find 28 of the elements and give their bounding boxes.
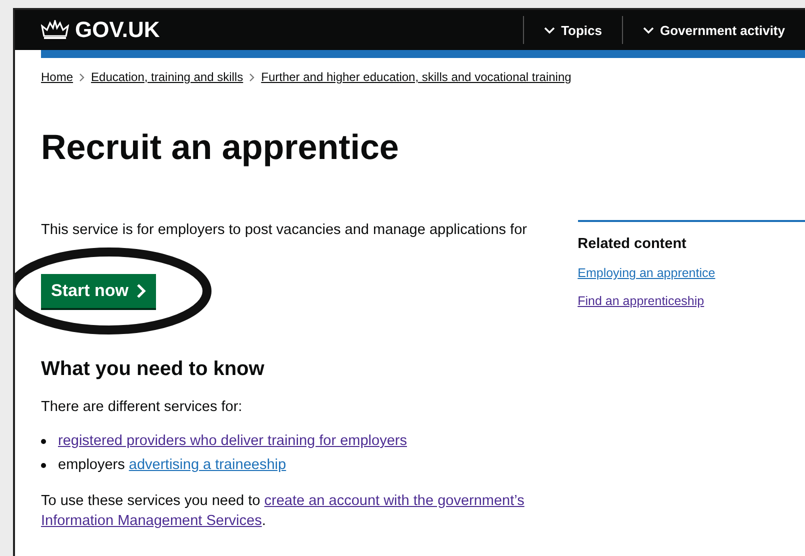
bullet-icon [41,438,46,444]
bullet-icon [41,462,46,468]
related-link[interactable]: Find an apprenticeship [578,294,805,308]
breadcrumb-link[interactable]: Home [41,70,74,84]
text-link[interactable]: create an account with the government’s [264,493,524,509]
breadcrumb-link[interactable]: Further and higher education, skills and vocational training [261,70,572,84]
chevron-icon [544,26,556,34]
lead-text: There are different services for: [41,398,244,417]
section-heading: What you need to know [41,358,266,381]
chevron-icon [643,26,654,34]
breadcrumb-link[interactable]: Education, training and skills [91,70,244,84]
text-link[interactable]: registered providers who deliver training for employers [58,429,407,453]
chevron-right-icon [79,72,86,82]
start-button[interactable]: Start now [41,274,156,308]
chevron-right-icon [136,284,146,298]
text-link[interactable]: Information Management Services [41,513,262,529]
text-link[interactable]: advertising a traineeship [128,453,286,477]
related-heading: Related content [578,236,688,252]
nav-menu-button[interactable]: Topics [523,16,622,44]
chevron-right-icon [249,72,256,82]
related-link[interactable]: Employing an apprentice [578,266,805,280]
crown-icon [41,20,69,40]
page-title: Recruit an apprentice [41,128,400,168]
list-text: employers [58,456,125,475]
site-logo[interactable]: GOV.UK [75,17,160,43]
intro-text: This service is for employers to post vacancies and manage applications for [41,221,528,240]
note-text: To use these services you need to create an account with the government’s Information Management Services. [41,492,526,531]
nav-menu-button[interactable]: Government activity [622,16,805,44]
